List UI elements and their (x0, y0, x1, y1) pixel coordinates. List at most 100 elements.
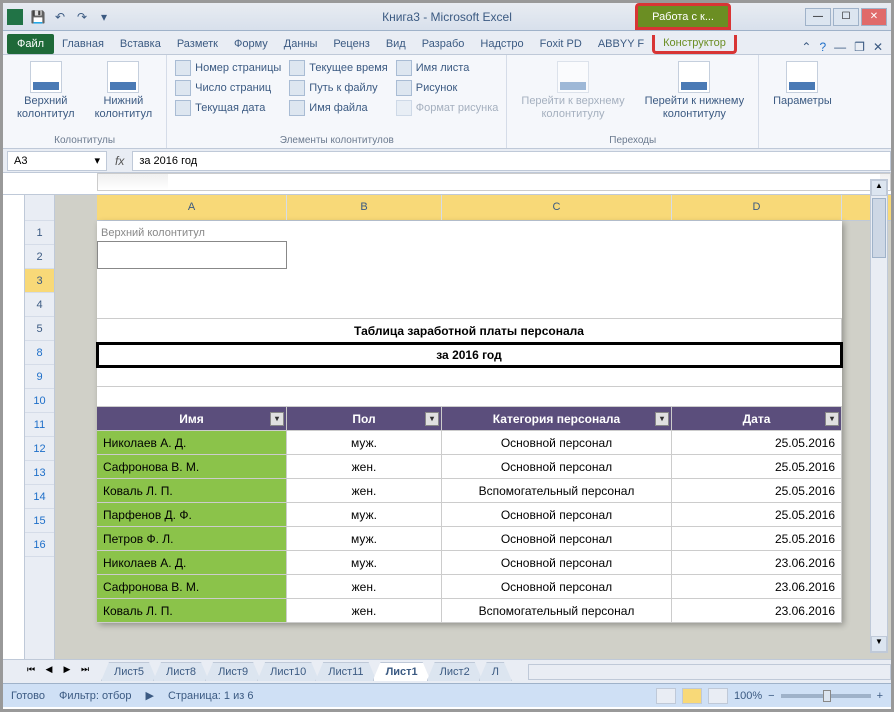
tab-design[interactable]: Конструктор (652, 35, 737, 54)
tab-data[interactable]: Данны (276, 34, 326, 54)
page-number-button[interactable]: Номер страницы (175, 59, 281, 77)
tab-abbyy[interactable]: ABBYY F (590, 34, 652, 54)
row-header[interactable]: 10 (25, 389, 54, 413)
row-header[interactable]: 15 (25, 509, 54, 533)
close-button[interactable]: ✕ (861, 8, 887, 26)
cell[interactable]: 25.05.2016 (672, 527, 842, 550)
row-header[interactable]: 5 (25, 317, 54, 341)
cell[interactable]: Николаев А. Д. (97, 551, 287, 574)
table-header-cell[interactable]: Имя▾ (97, 407, 287, 430)
current-date-button[interactable]: Текущая дата (175, 99, 281, 117)
view-pagebreak-button[interactable] (708, 688, 728, 704)
tab-home[interactable]: Главная (54, 34, 112, 54)
tab-review[interactable]: Реценз (325, 34, 377, 54)
row-header[interactable]: 1 (25, 221, 54, 245)
row-header[interactable]: 11 (25, 413, 54, 437)
cell[interactable]: 25.05.2016 (672, 455, 842, 478)
cell[interactable]: муж. (287, 551, 442, 574)
column-header[interactable]: B (287, 195, 442, 220)
cell[interactable]: Петров Ф. Л. (97, 527, 287, 550)
help-icon[interactable]: ? (819, 40, 826, 54)
formula-bar[interactable]: за 2016 год (132, 151, 891, 171)
table-header-cell[interactable]: Дата▾ (672, 407, 842, 430)
zoom-level[interactable]: 100% (734, 690, 762, 702)
row-header[interactable]: 12 (25, 437, 54, 461)
cell[interactable]: жен. (287, 575, 442, 598)
zoom-out-icon[interactable]: − (768, 690, 774, 702)
namebox-dropdown-icon[interactable]: ▾ (94, 154, 100, 167)
file-name-button[interactable]: Имя файла (289, 99, 387, 117)
row-header[interactable]: 2 (25, 245, 54, 269)
cell[interactable]: 23.06.2016 (672, 575, 842, 598)
tab-view[interactable]: Вид (378, 34, 414, 54)
maximize-button[interactable]: ☐ (833, 8, 859, 26)
header-button[interactable]: Верхний колонтитул (11, 59, 81, 123)
cell[interactable]: 23.06.2016 (672, 551, 842, 574)
row-header[interactable]: 16 (25, 533, 54, 557)
cell[interactable]: Парфенов Д. Ф. (97, 503, 287, 526)
tab-layout[interactable]: Разметк (169, 34, 226, 54)
select-all-corner[interactable] (25, 195, 54, 221)
macro-record-icon[interactable]: ▶ (145, 689, 153, 702)
header-input-box[interactable] (97, 241, 287, 269)
cell[interactable]: 25.05.2016 (672, 431, 842, 454)
doc-minimize-icon[interactable]: — (834, 40, 846, 54)
selected-cell[interactable]: за 2016 год (97, 345, 842, 365)
save-icon[interactable]: 💾 (29, 8, 47, 26)
cell[interactable]: Вспомогательный персонал (442, 479, 672, 502)
row-header[interactable]: 8 (25, 341, 54, 365)
zoom-in-icon[interactable]: + (877, 690, 883, 702)
column-header[interactable]: D (672, 195, 842, 220)
cell[interactable]: Николаев А. Д. (97, 431, 287, 454)
cell[interactable]: 25.05.2016 (672, 479, 842, 502)
table-title[interactable]: Таблица заработной платы персонала (97, 319, 842, 342)
cell[interactable]: Основной персонал (442, 551, 672, 574)
cell[interactable]: муж. (287, 431, 442, 454)
tab-foxit[interactable]: Foxit PD (532, 34, 590, 54)
row-header[interactable]: 13 (25, 461, 54, 485)
sheet-tab[interactable]: Лист9 (205, 662, 261, 681)
cell[interactable]: Основной персонал (442, 455, 672, 478)
last-sheet-icon[interactable]: ⏭ (77, 664, 93, 680)
cell[interactable]: муж. (287, 503, 442, 526)
cell[interactable]: жен. (287, 455, 442, 478)
cell[interactable]: Коваль Л. П. (97, 599, 287, 622)
filter-icon[interactable]: ▾ (425, 412, 439, 426)
scroll-down-icon[interactable]: ▼ (871, 636, 887, 652)
redo-icon[interactable]: ↷ (73, 8, 91, 26)
sheet-tab[interactable]: Лист8 (153, 662, 209, 681)
name-box[interactable]: A3▾ (7, 151, 107, 171)
filter-icon[interactable]: ▾ (655, 412, 669, 426)
first-sheet-icon[interactable]: ⏮ (23, 664, 39, 680)
row-header[interactable]: 4 (25, 293, 54, 317)
tab-file[interactable]: Файл (7, 34, 54, 54)
cell[interactable]: 23.06.2016 (672, 599, 842, 622)
sheet-tab[interactable]: Лист11 (315, 662, 376, 681)
row-header[interactable]: 3 (25, 269, 54, 293)
cell[interactable]: жен. (287, 479, 442, 502)
next-sheet-icon[interactable]: ▶ (59, 664, 75, 680)
table-header-cell[interactable]: Пол▾ (287, 407, 442, 430)
minimize-ribbon-icon[interactable]: ⌃ (801, 40, 811, 54)
filter-icon[interactable]: ▾ (270, 412, 284, 426)
sheet-tab[interactable]: Лист10 (257, 662, 319, 681)
scrollbar-thumb[interactable] (872, 198, 886, 258)
scroll-up-icon[interactable]: ▲ (871, 180, 887, 196)
zoom-slider[interactable] (781, 694, 871, 698)
row-header[interactable]: 9 (25, 365, 54, 389)
row-header[interactable]: 14 (25, 485, 54, 509)
tab-developer[interactable]: Разрабо (414, 34, 473, 54)
column-header[interactable]: C (442, 195, 672, 220)
column-header[interactable]: A (97, 195, 287, 220)
cell[interactable]: муж. (287, 527, 442, 550)
picture-button[interactable]: Рисунок (396, 79, 499, 97)
minimize-button[interactable]: — (805, 8, 831, 26)
file-path-button[interactable]: Путь к файлу (289, 79, 387, 97)
cell[interactable]: Сафронова В. М. (97, 575, 287, 598)
sheet-tab-active[interactable]: Лист1 (373, 662, 431, 681)
doc-close-icon[interactable]: ✕ (873, 40, 883, 54)
cell[interactable]: Основной персонал (442, 431, 672, 454)
sheet-tab[interactable]: Л (479, 662, 512, 681)
cell[interactable]: жен. (287, 599, 442, 622)
cell[interactable]: Сафронова В. М. (97, 455, 287, 478)
